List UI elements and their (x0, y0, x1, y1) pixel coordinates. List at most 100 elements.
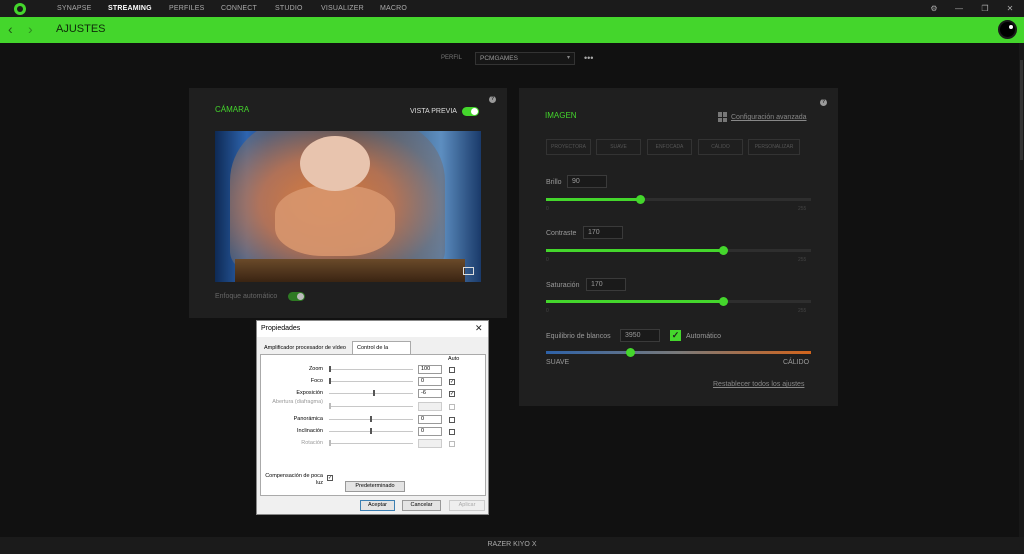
preview-image-head (300, 136, 370, 191)
fullscreen-preview-icon[interactable] (463, 267, 474, 275)
preset-calido[interactable]: CÁLIDO (698, 139, 743, 155)
property-slider[interactable] (329, 378, 413, 384)
property-value-input[interactable]: 0 (418, 377, 442, 386)
profile-dropdown[interactable]: PCMGAMES ▾ (475, 52, 575, 65)
apply-button[interactable]: Aplicar (449, 500, 485, 511)
white-balance-low-label: SUAVE (546, 359, 570, 366)
saturation-label: Saturación (546, 282, 580, 289)
reset-all-link[interactable]: Restablecer todos los ajustes (713, 381, 804, 388)
property-auto-checkbox[interactable]: ✓ (449, 379, 455, 385)
property-value-input[interactable]: -6 (418, 389, 442, 398)
property-auto-checkbox[interactable]: ✓ (449, 391, 455, 397)
white-balance-slider[interactable] (546, 348, 811, 357)
low-light-checkbox[interactable]: ✓ (327, 475, 333, 481)
saturation-slider-knob[interactable] (718, 297, 728, 306)
saturation-input[interactable]: 170 (586, 278, 626, 291)
white-balance-input[interactable]: 3950 (620, 329, 660, 342)
nav-visualizer[interactable]: VISUALIZER (321, 0, 364, 17)
contrast-slider[interactable] (546, 246, 811, 255)
preset-proyectora[interactable]: PROYECTORA (546, 139, 591, 155)
back-arrow-icon[interactable]: ‹ (8, 21, 13, 37)
contrast-min: 0 (546, 257, 549, 263)
brightness-slider[interactable] (546, 195, 811, 204)
property-slider-thumb[interactable] (370, 416, 372, 422)
property-auto-checkbox (449, 441, 455, 447)
property-value-input[interactable]: 0 (418, 427, 442, 436)
close-window-button[interactable]: ✕ (999, 0, 1021, 17)
nav-connect[interactable]: CONNECT (221, 0, 257, 17)
property-slider[interactable] (329, 428, 413, 434)
settings-gear-icon[interactable]: ⚙ (923, 0, 945, 17)
nav-streaming[interactable]: STREAMING (108, 0, 152, 17)
auto-white-balance-label: Automático (686, 333, 722, 340)
property-slider[interactable] (329, 416, 413, 422)
brightness-input[interactable]: 90 (567, 175, 607, 188)
property-auto-checkbox[interactable] (449, 429, 455, 435)
profile-label: PERFIL (441, 55, 463, 61)
property-value-input[interactable]: 0 (418, 415, 442, 424)
property-slider-thumb[interactable] (329, 378, 331, 384)
page-header: ‹ › AJUSTES (0, 17, 1024, 43)
white-balance-high-label: CÁLIDO (783, 359, 810, 366)
nav-studio[interactable]: STUDIO (275, 0, 303, 17)
camera-preview-video (215, 131, 481, 282)
low-light-label: Compensación de poca luz (265, 473, 323, 486)
scrollbar-thumb[interactable] (1020, 60, 1023, 160)
property-value-input (418, 439, 442, 448)
preview-image-figure (275, 186, 395, 256)
auto-white-balance-checkbox[interactable]: ✓ (670, 330, 681, 341)
preset-suave[interactable]: SUAVE (596, 139, 641, 155)
properties-dialog: Propiedades ✕ Amplificador procesador de… (256, 320, 489, 515)
preview-label: VISTA PREVIA (410, 108, 457, 115)
property-slider (329, 403, 413, 409)
brightness-slider-knob[interactable] (635, 195, 645, 204)
contrast-max: 255 (798, 257, 807, 263)
restore-button[interactable]: ❐ (974, 0, 996, 17)
dialog-close-icon[interactable]: ✕ (475, 323, 483, 334)
forward-arrow-icon[interactable]: › (28, 21, 33, 37)
image-help-icon[interactable]: ? (820, 99, 827, 106)
property-auto-checkbox[interactable] (449, 367, 455, 373)
property-slider[interactable] (329, 366, 413, 372)
property-auto-checkbox (449, 404, 455, 410)
device-bar: RAZER KIYO X (0, 537, 1024, 554)
preset-personalizar[interactable]: PERSONALIZAR (748, 139, 800, 155)
contrast-slider-knob[interactable] (718, 246, 728, 255)
property-label: Foco (310, 378, 323, 384)
profile-more-button[interactable]: ••• (584, 53, 593, 63)
tab-video-proc-amp[interactable]: Amplificador procesador de vídeo (260, 343, 352, 354)
nav-macro[interactable]: MACRO (380, 0, 407, 17)
saturation-slider[interactable] (546, 297, 811, 306)
property-slider-thumb[interactable] (373, 390, 376, 396)
minimize-button[interactable]: — (948, 0, 970, 17)
advanced-settings-link[interactable]: Configuración avanzada (731, 114, 807, 121)
chevron-down-icon: ▾ (566, 55, 570, 61)
property-slider-thumb[interactable] (329, 366, 331, 372)
page-title: AJUSTES (56, 23, 106, 35)
saturation-slider-fill (546, 300, 723, 303)
contrast-slider-fill (546, 249, 723, 252)
contrast-input[interactable]: 170 (583, 226, 623, 239)
property-value-input (418, 402, 442, 411)
ok-button[interactable]: Aceptar (360, 500, 395, 511)
white-balance-slider-knob[interactable] (626, 348, 635, 357)
property-auto-checkbox[interactable] (449, 417, 455, 423)
razer-logo-icon[interactable] (14, 3, 26, 15)
preview-toggle[interactable] (462, 107, 479, 116)
nav-synapse[interactable]: SYNAPSE (57, 0, 91, 17)
device-name[interactable]: RAZER KIYO X (0, 541, 1024, 548)
preset-enfocada[interactable]: ENFOCADA (647, 139, 692, 155)
default-button[interactable]: Predeterminado (345, 481, 405, 492)
property-slider[interactable] (329, 390, 413, 396)
nav-perfiles[interactable]: PERFILES (169, 0, 204, 17)
user-avatar[interactable] (998, 20, 1017, 39)
property-slider-thumb[interactable] (370, 428, 372, 434)
tab-camera-control[interactable]: Control de la cámara (352, 341, 411, 364)
autofocus-toggle[interactable] (288, 292, 305, 301)
image-title: IMAGEN (545, 111, 577, 120)
property-value-input[interactable]: 100 (418, 365, 442, 374)
camera-help-icon[interactable]: ? (489, 96, 496, 103)
cancel-button[interactable]: Cancelar (402, 500, 441, 511)
auto-column-header: Auto (448, 356, 460, 362)
brightness-max: 255 (798, 206, 807, 212)
